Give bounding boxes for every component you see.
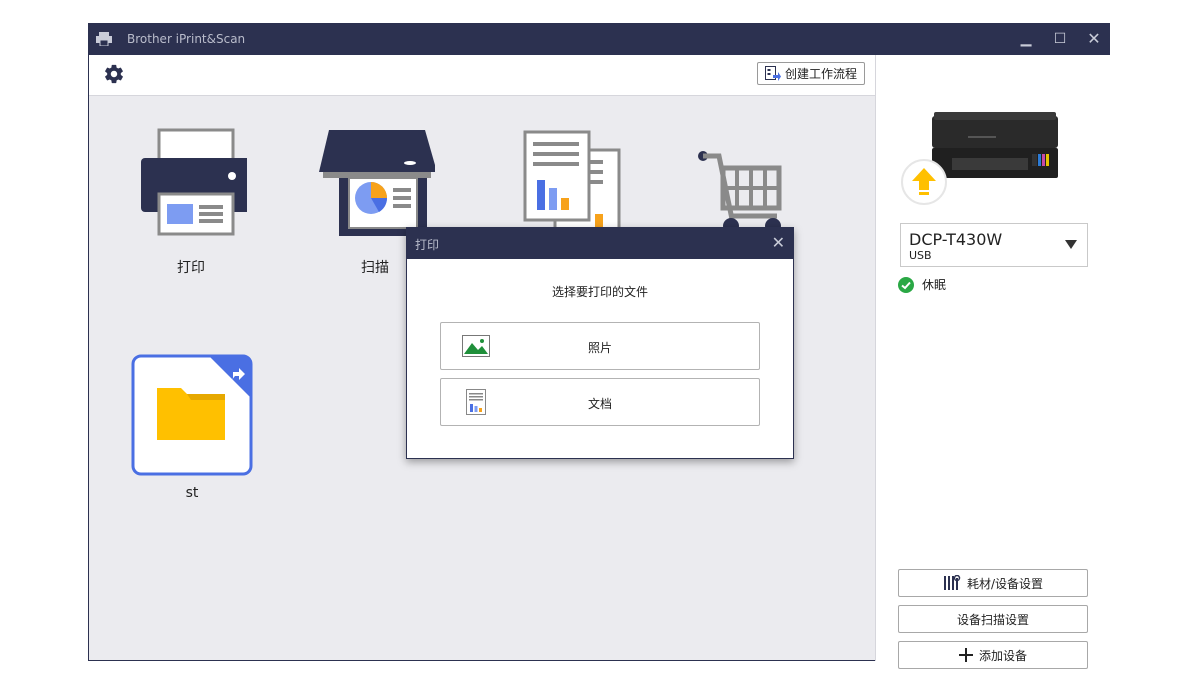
document-option-button[interactable]: 文档: [440, 378, 760, 426]
device-select[interactable]: DCP-T430W USB: [900, 223, 1088, 267]
tile-print[interactable]: 打印: [131, 126, 251, 276]
supplies-settings-button[interactable]: 耗材/设备设置: [898, 569, 1088, 597]
workflow-icon: [765, 66, 781, 81]
create-workflow-button[interactable]: 创建工作流程: [757, 62, 865, 85]
dialog-prompt: 选择要打印的文件: [551, 285, 648, 299]
sidebar: DCP-T430W USB 休眠 耗材/设备设置 设备扫描设置 添加设备: [875, 55, 1111, 669]
tools-icon: [943, 575, 961, 590]
check-circle-icon: [898, 276, 914, 293]
dialog-title: 打印: [415, 238, 440, 252]
tile-folder-shortcut-label: st: [185, 485, 199, 501]
add-device-button[interactable]: 添加设备: [898, 641, 1088, 669]
print-dialog: 打印 ✕ 选择要打印的文件 照片 文档: [406, 227, 794, 459]
device-connection: USB: [909, 249, 932, 262]
create-workflow-label: 创建工作流程: [785, 67, 858, 81]
dialog-close-button[interactable]: ✕: [772, 233, 785, 252]
document-option-label: 文档: [587, 397, 612, 411]
printer-icon: [141, 128, 247, 236]
gear-icon[interactable]: [103, 63, 125, 85]
tile-print-label: 打印: [177, 260, 205, 276]
maximize-button[interactable]: ☐: [1051, 30, 1069, 48]
scanner-icon: [319, 130, 435, 236]
app-printer-icon: [96, 32, 112, 46]
device-name: DCP-T430W: [909, 230, 1003, 249]
folder-shortcut-icon: [131, 354, 253, 476]
dialog-titlebar: 打印 ✕: [407, 228, 793, 259]
plus-icon: [958, 648, 973, 662]
supplies-settings-label: 耗材/设备设置: [966, 576, 1044, 591]
minimize-button[interactable]: ▁: [1017, 30, 1035, 48]
documents-icon: [523, 130, 621, 240]
photo-option-button[interactable]: 照片: [440, 322, 760, 370]
close-button[interactable]: ✕: [1085, 30, 1103, 48]
upload-arrow-icon[interactable]: [900, 158, 948, 206]
device-status: 休眠: [898, 276, 946, 293]
toolbar: 创建工作流程: [89, 55, 875, 96]
scan-settings-label: 设备扫描设置: [956, 612, 1029, 627]
chevron-down-icon: [1065, 240, 1077, 249]
tile-folder-shortcut[interactable]: st: [131, 354, 253, 514]
device-status-label: 休眠: [922, 278, 947, 292]
scan-settings-button[interactable]: 设备扫描设置: [898, 605, 1088, 633]
window-title: Brother iPrint&Scan: [127, 32, 246, 46]
titlebar: Brother iPrint&Scan ▁ ☐ ✕: [89, 24, 1109, 55]
add-device-label: 添加设备: [978, 648, 1027, 663]
photo-option-label: 照片: [587, 341, 612, 355]
